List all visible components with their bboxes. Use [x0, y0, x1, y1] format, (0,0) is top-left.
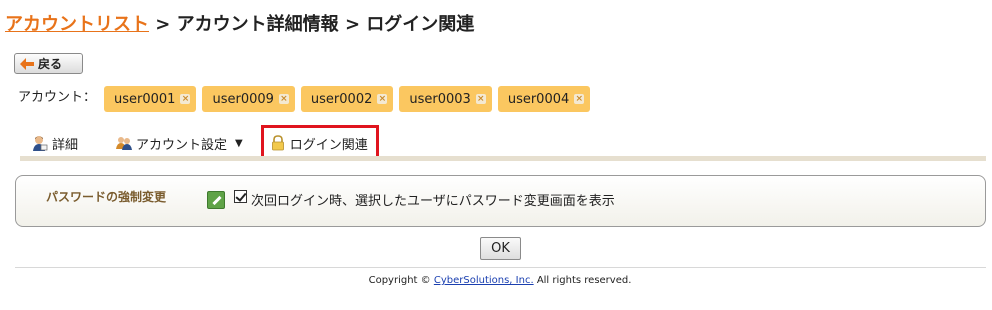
account-tag: user0001 × — [104, 86, 197, 112]
tab-bar: 詳細 アカウント設定 ▼ ログイン関連 — [20, 125, 379, 161]
remove-tag-icon[interactable]: × — [475, 94, 486, 104]
remove-tag-icon[interactable]: × — [180, 94, 191, 104]
tab-account-settings[interactable]: アカウント設定 ▼ — [116, 127, 243, 159]
breadcrumb: アカウントリスト > アカウント詳細情報 > ログイン関連 — [5, 10, 474, 36]
account-tag-label: user0003 — [409, 91, 471, 107]
users-settings-icon — [116, 137, 133, 150]
account-tag-label: user0002 — [310, 91, 373, 107]
back-button-label: 戻る — [38, 57, 63, 71]
breadcrumb-login-related: ログイン関連 — [366, 14, 475, 35]
account-tag: user0009 × — [202, 86, 295, 112]
breadcrumb-account-detail: アカウント詳細情報 — [176, 14, 339, 35]
back-arrow-icon — [20, 57, 34, 70]
company-link[interactable]: CyberSolutions, Inc. — [434, 275, 534, 286]
account-tag-label: user0001 — [114, 91, 176, 107]
account-tag-label: user0004 — [507, 91, 570, 107]
tab-account-settings-label: アカウント設定 — [136, 137, 228, 153]
footer: Copyright © CyberSolutions, Inc. All rig… — [0, 275, 992, 286]
tab-underline — [20, 156, 986, 161]
force-password-change-label[interactable]: 次回ログイン時、選択したユーザにパスワード変更画面を表示 — [251, 190, 615, 209]
footer-divider — [15, 267, 986, 268]
rights-text: All rights reserved. — [536, 275, 632, 286]
force-password-change-checkbox[interactable] — [234, 190, 247, 203]
password-force-change-label: パスワードの強制変更 — [46, 190, 167, 204]
tab-detail-label: 詳細 — [52, 137, 79, 153]
breadcrumb-separator: > — [344, 14, 361, 35]
tab-detail[interactable]: 詳細 — [32, 127, 78, 159]
account-tag: user0004 × — [497, 86, 591, 112]
breadcrumb-separator: > — [155, 14, 171, 35]
copyright-text: Copyright © — [368, 275, 431, 286]
edit-icon — [207, 191, 225, 209]
tab-login-label: ログイン関連 — [289, 137, 368, 153]
accounts-label: アカウント： — [18, 89, 97, 105]
remove-tag-icon[interactable]: × — [278, 94, 289, 104]
caret-down-icon: ▼ — [235, 137, 243, 149]
account-tag: user0002 × — [300, 86, 394, 112]
user-detail-icon — [33, 136, 48, 151]
selected-accounts: アカウント： user0001 × user0009 × user0002 × … — [18, 86, 596, 112]
remove-tag-icon[interactable]: × — [377, 94, 388, 104]
remove-tag-icon[interactable]: × — [574, 94, 585, 104]
breadcrumb-account-list-link[interactable]: アカウントリスト — [5, 14, 149, 35]
account-tag-label: user0009 — [212, 91, 274, 107]
ok-button[interactable]: OK — [480, 237, 521, 260]
back-button[interactable]: 戻る — [14, 53, 83, 74]
account-tag: user0003 × — [399, 86, 492, 112]
lock-icon — [271, 135, 284, 151]
password-settings-panel: パスワードの強制変更 次回ログイン時、選択したユーザにパスワード変更画面を表示 — [15, 175, 986, 227]
